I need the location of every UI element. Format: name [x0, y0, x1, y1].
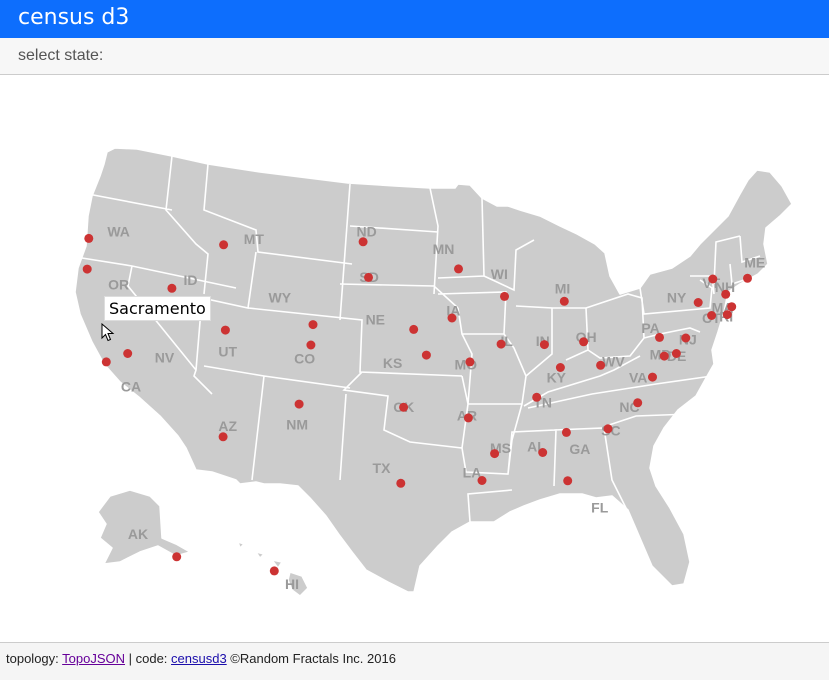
capital-dot-springfield[interactable]: [496, 339, 506, 349]
capital-dot-bismarck[interactable]: [358, 237, 368, 247]
capital-dot-columbia[interactable]: [603, 424, 613, 434]
capital-dot-juneau[interactable]: [172, 552, 182, 562]
state-select[interactable]: select state:: [0, 38, 829, 75]
capital-dot-sacramento[interactable]: [101, 357, 111, 367]
capital-dot-providence[interactable]: [722, 310, 732, 320]
capital-dot-indianapolis[interactable]: [539, 340, 549, 350]
state-label-ks[interactable]: KS: [383, 355, 402, 371]
state-label-az[interactable]: AZ: [218, 418, 237, 434]
capital-dot-frankfort[interactable]: [555, 363, 565, 372]
mouse-cursor-icon: [101, 323, 115, 342]
state-label-ca[interactable]: CA: [121, 379, 141, 395]
state-label-ne[interactable]: NE: [366, 311, 385, 327]
capital-dot-columbus[interactable]: [579, 337, 589, 347]
capital-dot-oklahoma-city[interactable]: [399, 402, 409, 412]
capital-dot-montgomery[interactable]: [538, 448, 548, 457]
capital-dot-baton-rouge[interactable]: [477, 476, 487, 485]
topojson-link[interactable]: TopoJSON: [62, 651, 125, 666]
capital-dot-hartford[interactable]: [707, 311, 717, 320]
capital-dot-little-rock[interactable]: [463, 413, 473, 423]
capital-tooltip: Sacramento: [104, 296, 211, 321]
capital-dot-santa-fe[interactable]: [294, 399, 304, 409]
capital-dot-tallahassee[interactable]: [563, 476, 573, 486]
capital-dot-richmond[interactable]: [648, 372, 657, 382]
capital-dot-pierre[interactable]: [364, 272, 373, 282]
capital-dot-des-moines[interactable]: [447, 313, 457, 323]
code-separator: | code:: [125, 651, 172, 666]
capital-dot-jackson[interactable]: [490, 449, 500, 459]
capital-dot-cheyenne[interactable]: [308, 320, 318, 330]
capital-dot-salt-lake-city[interactable]: [220, 325, 230, 335]
capital-dot-augusta[interactable]: [743, 273, 752, 283]
state-label-mn[interactable]: MN: [433, 241, 455, 257]
state-label-mi[interactable]: MI: [555, 281, 571, 297]
state-label-wv[interactable]: WV: [602, 354, 625, 370]
capital-dot-dover[interactable]: [671, 349, 681, 358]
state-label-mt[interactable]: MT: [244, 231, 265, 247]
state-label-hi[interactable]: HI: [285, 576, 299, 592]
state-label-wi[interactable]: WI: [491, 266, 508, 282]
copyright-text: ©Random Fractals Inc. 2016: [226, 651, 396, 666]
state-label-nd[interactable]: ND: [356, 224, 376, 240]
capital-dot-boise[interactable]: [167, 283, 177, 293]
app-title-bar: census d3: [0, 0, 829, 38]
topology-prefix: topology:: [6, 651, 63, 666]
capital-dot-harrisburg[interactable]: [655, 332, 664, 342]
capital-dot-nashville[interactable]: [532, 392, 542, 402]
capital-dot-austin[interactable]: [396, 478, 406, 488]
state-label-va[interactable]: VA: [629, 370, 647, 386]
us-land-contiguous: [74, 147, 793, 593]
capital-dot-denver[interactable]: [306, 340, 316, 350]
app-title: census d3: [18, 5, 130, 30]
state-label-nv[interactable]: NV: [155, 349, 175, 365]
capital-dot-annapolis[interactable]: [659, 351, 669, 361]
capital-dot-montpelier[interactable]: [708, 274, 718, 284]
capital-dot-honolulu[interactable]: [269, 566, 279, 576]
capital-dot-atlanta[interactable]: [561, 427, 571, 437]
tooltip-text: Sacramento: [109, 299, 206, 318]
state-label-wy[interactable]: WY: [269, 289, 292, 305]
state-label-ak[interactable]: AK: [128, 526, 148, 542]
state-label-co[interactable]: CO: [294, 351, 315, 367]
state-label-mo[interactable]: MO: [455, 357, 478, 373]
capital-dot-lansing[interactable]: [559, 296, 569, 306]
state-label-ny[interactable]: NY: [667, 289, 687, 305]
state-label-me[interactable]: ME: [744, 254, 765, 270]
capital-dot-raleigh[interactable]: [633, 398, 643, 408]
state-label-wa[interactable]: WA: [107, 224, 130, 240]
state-label-ut[interactable]: UT: [218, 343, 237, 359]
capital-dot-boston[interactable]: [727, 302, 737, 312]
capital-dot-phoenix[interactable]: [218, 432, 228, 442]
capital-dot-saint-paul[interactable]: [454, 264, 463, 274]
capital-dot-salem[interactable]: [82, 264, 92, 274]
capital-dot-helena[interactable]: [219, 240, 229, 250]
capital-dot-albany[interactable]: [693, 298, 703, 307]
capital-dot-olympia[interactable]: [84, 233, 94, 243]
capital-dot-lincoln[interactable]: [409, 324, 419, 334]
capital-dot-madison[interactable]: [500, 291, 509, 301]
capital-dot-charleston[interactable]: [596, 360, 606, 370]
select-state-label: select state:: [18, 47, 104, 64]
us-map[interactable]: WAORCANVIDMTWYUTAZCONMNDSDNEKSOKTXMNIAMO…: [0, 76, 829, 642]
capital-dot-jefferson-city[interactable]: [465, 357, 475, 367]
state-label-ky[interactable]: KY: [547, 370, 567, 386]
capital-dot-topeka[interactable]: [421, 350, 431, 360]
state-label-id[interactable]: ID: [184, 272, 198, 288]
censusd3-link[interactable]: censusd3: [171, 651, 227, 666]
footer: topology: TopoJSON | code: censusd3 ©Ran…: [0, 642, 829, 680]
state-label-ga[interactable]: GA: [569, 441, 590, 457]
capital-dot-carson-city[interactable]: [123, 349, 133, 358]
capital-dot-trenton[interactable]: [681, 333, 691, 343]
state-label-or[interactable]: OR: [108, 276, 129, 292]
state-label-fl[interactable]: FL: [591, 500, 609, 516]
state-label-tx[interactable]: TX: [373, 460, 392, 476]
capital-dot-concord[interactable]: [721, 289, 731, 299]
state-label-nm[interactable]: NM: [286, 416, 308, 432]
